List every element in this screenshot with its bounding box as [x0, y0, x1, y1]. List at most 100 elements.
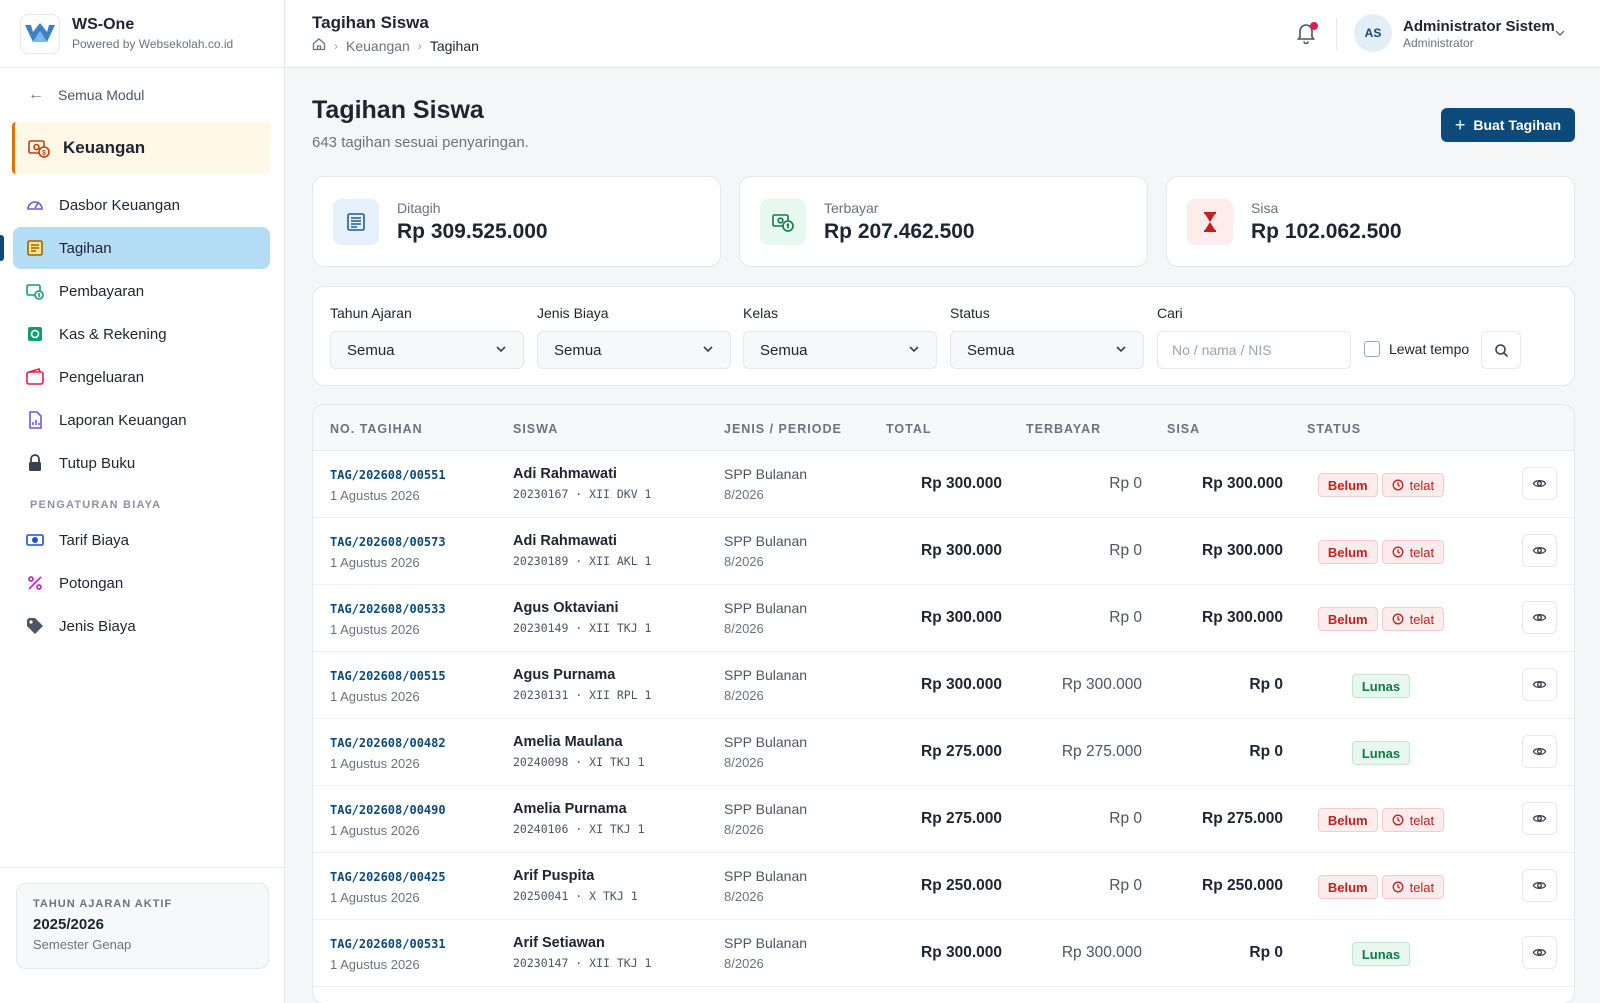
fee-period: 8/2026 — [724, 487, 764, 502]
eye-icon — [1532, 610, 1547, 625]
breadcrumb-keuangan[interactable]: Keuangan — [346, 38, 410, 54]
back-to-modules-link[interactable]: ← Semua Modul — [0, 68, 284, 122]
notification-dot — [1310, 22, 1318, 30]
invoice-number-link[interactable]: TAG/202608/00573 — [330, 535, 446, 549]
column-header-total[interactable]: TOTAL — [886, 422, 932, 436]
sidebar-item-jenis-biaya[interactable]: Jenis Biaya — [13, 605, 270, 647]
column-header-jenis-periode[interactable]: JENIS / PERIODE — [724, 422, 842, 436]
student-nis-class: 20250041 · X TKJ 1 — [513, 889, 638, 903]
invoice-number-link[interactable]: TAG/202608/00515 — [330, 669, 446, 683]
sidebar-item-label: Dasbor Keuangan — [59, 196, 180, 214]
invoice-number-link[interactable]: TAG/202608/00490 — [330, 803, 446, 817]
sidebar-item-kas-rekening[interactable]: Kas & Rekening — [13, 313, 270, 355]
table-row[interactable]: TAG/202608/00490 1 Agustus 2026 Amelia P… — [313, 786, 1574, 853]
filter-jenis-biaya-select[interactable]: Semua — [537, 331, 731, 369]
view-button[interactable] — [1522, 802, 1557, 835]
fee-type: SPP Bulanan — [724, 466, 808, 482]
invoice-date: 1 Agustus 2026 — [330, 756, 420, 771]
stat-label: Ditagih — [397, 199, 441, 216]
sidebar-item-pengeluaran[interactable]: Pengeluaran — [13, 356, 270, 398]
report-icon — [25, 410, 45, 430]
hourglass-icon — [1187, 198, 1233, 245]
late-label: telat — [1409, 879, 1435, 895]
filter-kelas-select[interactable]: Semua — [743, 331, 937, 369]
sidebar-item-potongan[interactable]: Potongan — [13, 562, 270, 604]
avatar[interactable]: AS — [1354, 14, 1392, 52]
filter-label-jenis-biaya: Jenis Biaya — [537, 305, 609, 321]
student-nis-class: 20230167 · XII DKV 1 — [513, 487, 652, 501]
user-name[interactable]: Administrator Sistem — [1403, 18, 1555, 35]
checkbox-box[interactable] — [1364, 341, 1380, 357]
column-header-sisa[interactable]: SISA — [1167, 422, 1200, 436]
home-icon[interactable] — [312, 37, 326, 54]
remaining-amount: Rp 275.000 — [1202, 810, 1283, 827]
column-header-status[interactable]: STATUS — [1307, 422, 1361, 436]
table-row[interactable]: TAG/202608/00551 1 Agustus 2026 Adi Rahm… — [313, 451, 1574, 518]
sidebar-item-pembayaran[interactable]: Pembayaran — [13, 270, 270, 312]
sidebar-nav: Dasbor Keuangan Tagihan Pembayaran Kas &… — [0, 184, 284, 647]
late-badge: telat — [1381, 607, 1445, 631]
status-cell: Lunas — [1311, 674, 1451, 698]
view-button[interactable] — [1522, 735, 1557, 768]
brand: WS-One Powered by Websekolah.co.id — [0, 0, 284, 68]
student-nis-class: 20230189 · XII AKL 1 — [513, 554, 652, 568]
sidebar-item-tagihan[interactable]: Tagihan — [0, 227, 270, 269]
module-header-keuangan[interactable]: $ Keuangan — [12, 122, 270, 174]
table-row[interactable]: TAG/202608/00573 1 Agustus 2026 Adi Rahm… — [313, 518, 1574, 585]
tag-icon — [25, 616, 45, 636]
select-value: Semua — [347, 341, 395, 359]
table-header: NO. TAGIHAN SISWA JENIS / PERIODE TOTAL … — [313, 405, 1574, 451]
sidebar-item-dasbor-keuangan[interactable]: Dasbor Keuangan — [13, 184, 270, 226]
overdue-checkbox[interactable]: Lewat tempo — [1364, 341, 1469, 357]
table-row[interactable]: TAG/202608/00425 1 Agustus 2026 Arif Pus… — [313, 853, 1574, 920]
view-button[interactable] — [1522, 936, 1557, 969]
column-header-terbayar[interactable]: TERBAYAR — [1026, 422, 1101, 436]
student-nis-class: 20230147 · XII TKJ 1 — [513, 956, 652, 970]
column-header-no-tagihan[interactable]: NO. TAGIHAN — [330, 422, 423, 436]
invoice-number-link[interactable]: TAG/202608/00482 — [330, 736, 446, 750]
active-year-label: TAHUN AJARAN AKTIF — [33, 898, 173, 910]
sidebar-section-title: PENGATURAN BIAYA — [30, 499, 162, 511]
chevron-down-icon[interactable] — [1554, 26, 1566, 44]
app-logo[interactable] — [20, 13, 60, 54]
column-header-siswa[interactable]: SISWA — [513, 422, 558, 436]
chevron-down-icon — [702, 342, 714, 359]
invoice-table: NO. TAGIHAN SISWA JENIS / PERIODE TOTAL … — [312, 404, 1575, 1003]
filter-label-status: Status — [950, 305, 990, 321]
sidebar-item-tutup-buku[interactable]: Tutup Buku — [13, 442, 270, 484]
late-label: telat — [1409, 477, 1435, 493]
sidebar-item-tarif-biaya[interactable]: Tarif Biaya — [13, 519, 270, 561]
fee-period: 8/2026 — [724, 956, 764, 971]
total-amount: Rp 275.000 — [921, 743, 1002, 760]
search-input[interactable]: No / nama / NIS — [1157, 331, 1351, 369]
search-button[interactable] — [1481, 331, 1521, 369]
invoice-number-link[interactable]: TAG/202608/00551 — [330, 468, 446, 482]
filter-status-select[interactable]: Semua — [950, 331, 1144, 369]
invoice-date: 1 Agustus 2026 — [330, 957, 420, 972]
invoice-number-link[interactable]: TAG/202608/00425 — [330, 870, 446, 884]
view-button[interactable] — [1522, 601, 1557, 634]
view-button[interactable] — [1522, 534, 1557, 567]
fee-type: SPP Bulanan — [724, 801, 808, 817]
table-row[interactable]: TAG/202608/00533 1 Agustus 2026 Agus Okt… — [313, 585, 1574, 652]
invoice-number-link[interactable]: TAG/202608/00531 — [330, 937, 446, 951]
sidebar-item-laporan-keuangan[interactable]: Laporan Keuangan — [13, 399, 270, 441]
fee-period: 8/2026 — [724, 755, 764, 770]
invoice-number-link[interactable]: TAG/202608/00533 — [330, 602, 446, 616]
view-button[interactable] — [1522, 668, 1557, 701]
status-badge-lunas: Lunas — [1351, 741, 1411, 765]
table-row[interactable]: TAG/202608/00531 1 Agustus 2026 Arif Set… — [313, 920, 1574, 987]
payment-icon — [760, 198, 806, 245]
table-row[interactable]: TAG/202608/00482 1 Agustus 2026 Amelia M… — [313, 719, 1574, 786]
create-invoice-button[interactable]: + Buat Tagihan — [1440, 108, 1575, 142]
table-row[interactable]: TAG/202608/00515 1 Agustus 2026 Agus Pur… — [313, 652, 1574, 719]
view-button[interactable] — [1522, 467, 1557, 500]
invoice-date: 1 Agustus 2026 — [330, 689, 420, 704]
filter-tahun-ajaran-select[interactable]: Semua — [330, 331, 524, 369]
fee-type: SPP Bulanan — [724, 734, 808, 750]
percent-icon — [25, 573, 45, 593]
view-button[interactable] — [1522, 869, 1557, 902]
fee-period: 8/2026 — [724, 621, 764, 636]
status-badge-lunas: Lunas — [1351, 942, 1411, 966]
late-label: telat — [1409, 611, 1435, 627]
